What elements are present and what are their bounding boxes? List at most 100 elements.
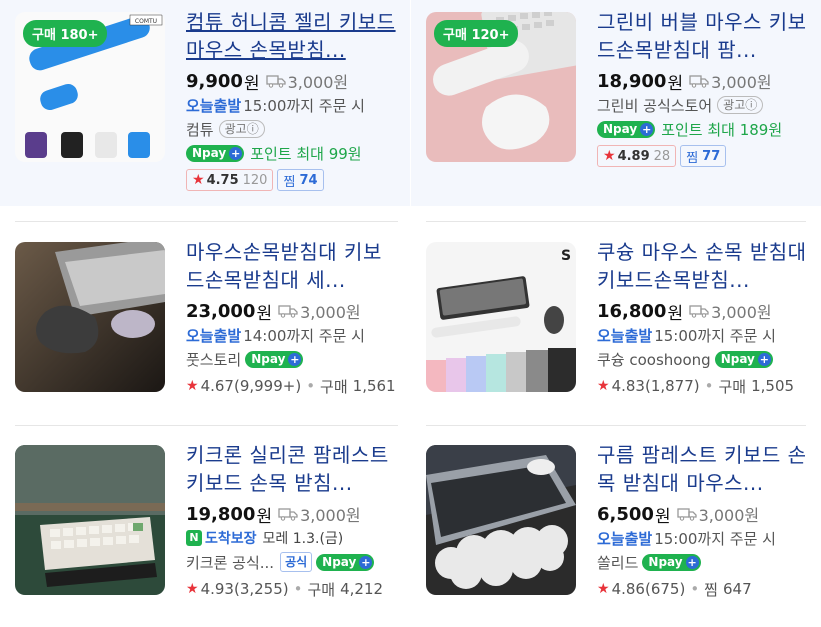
truck-icon	[278, 508, 298, 521]
product-thumbnail[interactable]: COMTU 구매 180+	[15, 12, 165, 162]
product-thumbnail[interactable]	[15, 242, 165, 392]
rating: 4.67	[200, 377, 234, 395]
truck-icon	[265, 75, 286, 88]
truck-icon	[689, 75, 709, 88]
delivery-guarantee-badge: N 도착보장	[186, 528, 257, 548]
rating: 4.93	[200, 580, 234, 598]
rating-box[interactable]: ★ 4.89 28	[597, 145, 677, 167]
truck-icon	[278, 305, 298, 318]
price: 16,800	[597, 300, 667, 322]
cutoff-text: 14:00까지 주문 시	[243, 326, 365, 345]
divider	[15, 221, 398, 222]
star-icon: ★	[597, 581, 610, 597]
zzim-box[interactable]: 찜 77	[680, 145, 727, 167]
purchase-label: 구매	[307, 580, 336, 599]
review-count[interactable]: (675)	[645, 580, 685, 598]
product-card[interactable]: COMTU 구매 180+ 컴튜 허니콤 젤리 키보드 마우스 손목받침... …	[0, 0, 410, 206]
purchase-count: 1,505	[751, 377, 795, 395]
seller-name[interactable]: 쏠리드	[597, 552, 638, 573]
point-text: 포인트 최대 99원	[250, 144, 362, 163]
npay-badge: Npay +	[597, 120, 656, 138]
price: 6,500	[597, 503, 654, 525]
shipping-fee: 3,000원	[711, 303, 772, 322]
product-title[interactable]: 구름 팜레스트 키보드 손목 받침대 마우스...	[597, 441, 809, 497]
today-shipping-label: 오늘출발	[597, 326, 653, 345]
npay-badge: Npay +	[642, 553, 701, 571]
product-card[interactable]: 마우스손목받침대 키보드손목받침대 세... 23,000 원 3,000원 오…	[0, 230, 410, 436]
truck-icon	[689, 305, 709, 318]
thumb-brand: COMTU	[135, 18, 157, 25]
product-card[interactable]: S 쿠슝 마우스 손목 받침대 키보드손목받침... 16,800 원 3,00…	[411, 230, 821, 436]
price: 18,900	[597, 70, 667, 92]
today-shipping-label: 오늘출발	[186, 326, 242, 345]
npay-badge: Npay +	[714, 350, 773, 368]
product-thumbnail[interactable]	[426, 445, 576, 595]
npay-badge: Npay +	[245, 350, 304, 368]
divider	[15, 425, 398, 426]
truck-icon	[676, 508, 697, 521]
official-tag: 공식	[280, 552, 313, 572]
product-thumbnail[interactable]: 구매 120+	[426, 12, 576, 162]
purchase-label: 구매	[320, 377, 348, 396]
shipping-fee: 3,000원	[287, 73, 349, 92]
won-unit: 원	[654, 506, 671, 527]
product-title[interactable]: 쿠슝 마우스 손목 받침대 키보드손목받침...	[597, 238, 809, 294]
won-unit: 원	[667, 303, 684, 324]
purchase-badge: 구매 180+	[23, 20, 108, 47]
product-title[interactable]: 그린비 버블 마우스 키보드손목받침대 팜...	[597, 8, 809, 64]
product-grid: COMTU 구매 180+ 컴튜 허니콤 젤리 키보드 마우스 손목받침... …	[0, 0, 821, 627]
won-unit: 원	[256, 506, 273, 527]
product-title[interactable]: 마우스손목받침대 키보드손목받침대 세...	[186, 238, 398, 294]
rating: 4.83	[611, 377, 645, 395]
zzim-label: 찜	[704, 580, 718, 599]
plus-icon: +	[359, 555, 373, 569]
purchase-count: 4,212	[340, 580, 384, 598]
cutoff-text: 15:00까지 주문 시	[654, 326, 776, 345]
price: 19,800	[186, 503, 256, 525]
price: 23,000	[186, 300, 256, 322]
won-unit: 원	[243, 73, 260, 94]
star-icon: ★	[192, 172, 205, 188]
ad-label[interactable]: 광고ⓘ	[717, 96, 764, 114]
zzim-box[interactable]: 찜 74	[277, 169, 324, 191]
divider	[426, 221, 806, 222]
product-card[interactable]: 구매 120+ 그린비 버블 마우스 키보드손목받침대 팜... 18,900 …	[411, 0, 821, 206]
delivery-date: 모레 1.3.(금)	[262, 531, 344, 547]
product-thumbnail[interactable]	[15, 445, 165, 595]
product-title[interactable]: 키크론 실리콘 팜레스트 키보드 손목 받침...	[186, 441, 398, 497]
ad-label[interactable]: 광고ⓘ	[218, 120, 265, 138]
product-title[interactable]: 컴튜 허니콤 젤리 키보드 마우스 손목받침...	[186, 8, 398, 64]
npay-badge: Npay +	[316, 553, 375, 571]
purchase-label: 구매	[718, 377, 747, 396]
plus-icon: +	[288, 352, 302, 366]
cutoff-text: 15:00까지 주문 시	[654, 529, 776, 548]
star-icon: ★	[186, 378, 199, 394]
naver-n-icon: N	[186, 530, 202, 546]
won-unit: 원	[667, 73, 684, 94]
seller-name[interactable]: 쿠슝 cooshoong	[597, 349, 711, 370]
svg-text:S: S	[561, 248, 571, 264]
star-icon: ★	[597, 378, 610, 394]
review-count[interactable]: (9,999+)	[234, 377, 301, 395]
purchase-count: 1,561	[352, 377, 396, 395]
won-unit: 원	[256, 303, 273, 324]
seller-name[interactable]: 컴튜	[186, 119, 214, 140]
product-thumbnail[interactable]: S	[426, 242, 576, 392]
rating-box[interactable]: ★ 4.75 120	[186, 169, 274, 191]
product-card[interactable]: 키크론 실리콘 팜레스트 키보드 손목 받침... 19,800 원 3,000…	[0, 433, 410, 627]
cutoff-text: 15:00까지 주문 시	[243, 96, 365, 115]
review-count[interactable]: (3,255)	[234, 580, 289, 598]
shipping-fee: 3,000원	[711, 73, 772, 92]
zzim-count: 647	[722, 580, 752, 598]
product-card[interactable]: 구름 팜레스트 키보드 손목 받침대 마우스... 6,500 원 3,000원…	[411, 433, 821, 627]
seller-name[interactable]: 풋스토리	[186, 349, 241, 370]
plus-icon: +	[640, 122, 654, 136]
review-count[interactable]: (1,877)	[645, 377, 700, 395]
star-icon: ★	[186, 581, 199, 597]
divider	[426, 425, 806, 426]
seller-name[interactable]: 그린비 공식스토어	[597, 95, 712, 116]
seller-name[interactable]: 키크론 공식...	[186, 552, 274, 573]
price: 9,900	[186, 70, 243, 92]
plus-icon: +	[685, 555, 699, 569]
star-icon: ★	[603, 148, 616, 164]
